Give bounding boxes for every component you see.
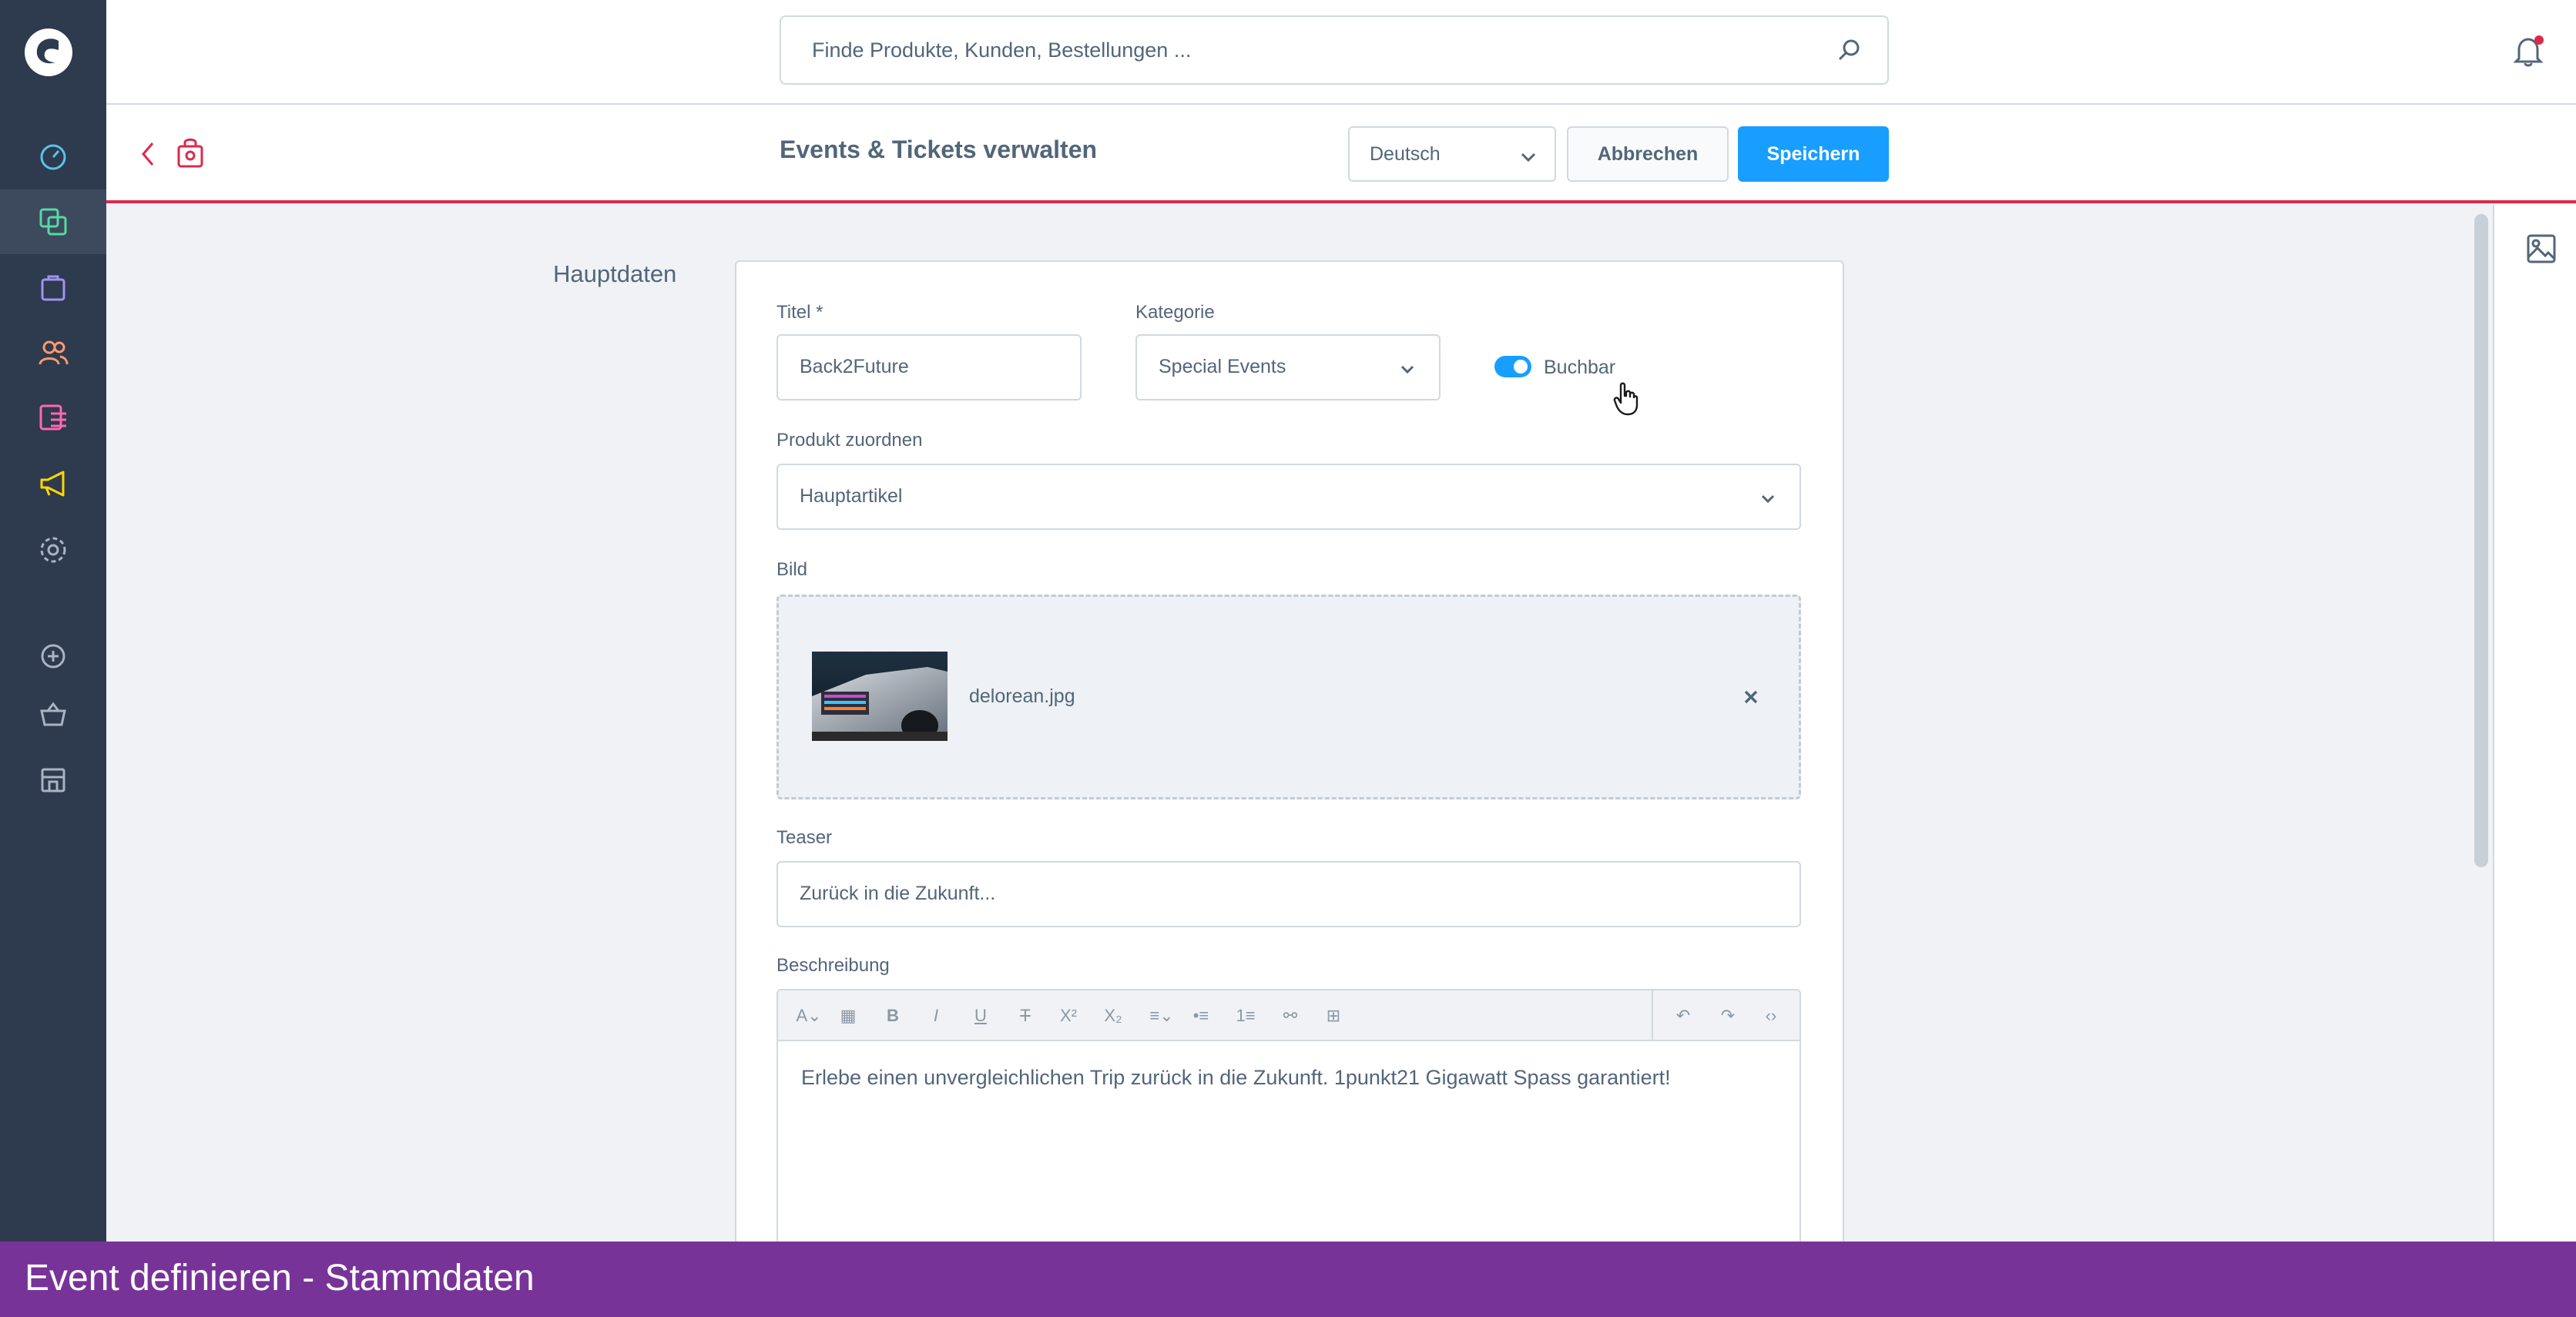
chevron-down-icon — [1400, 365, 1414, 374]
redo-icon[interactable]: ↷ — [1715, 1003, 1741, 1029]
toggle-knob — [1514, 360, 1528, 374]
notification-bell-icon[interactable] — [2508, 31, 2548, 71]
description-text: Erlebe einen unvergleichlichen Trip zurü… — [801, 1066, 1671, 1089]
product-value: Hauptartikel — [800, 485, 903, 507]
format-icon[interactable]: A⌄ — [792, 1003, 826, 1029]
title-label: Titel * — [776, 302, 823, 323]
strikethrough-icon[interactable]: T — [1012, 1003, 1038, 1029]
bold-icon[interactable]: B — [880, 1003, 906, 1029]
nav-basket[interactable] — [0, 682, 106, 747]
chevron-down-icon — [1521, 152, 1536, 163]
teaser-label: Teaser — [776, 827, 833, 848]
scrollbar-thumb[interactable] — [2474, 214, 2488, 867]
subscript-icon[interactable]: X₂ — [1100, 1003, 1126, 1029]
chevron-down-icon — [1761, 494, 1775, 504]
undo-icon[interactable]: ↶ — [1670, 1003, 1696, 1029]
delorean-thumbnail — [812, 652, 948, 741]
nav-customers[interactable] — [0, 320, 106, 385]
nav-store[interactable] — [0, 747, 106, 812]
media-image-icon[interactable] — [2525, 233, 2558, 265]
nav-add[interactable] — [0, 624, 106, 689]
teaser-input[interactable]: Zurück in die Zukunft... — [776, 861, 1801, 927]
language-value: Deutsch — [1370, 143, 1441, 165]
store-icon — [41, 768, 65, 793]
product-select[interactable]: Hauptartikel — [776, 464, 1801, 530]
page-title: Events & Tickets verwalten — [780, 136, 1098, 163]
basket-icon — [40, 702, 66, 726]
language-select[interactable]: Deutsch — [1348, 126, 1556, 182]
cancel-button[interactable]: Abbrechen — [1567, 126, 1729, 182]
nav-orders[interactable] — [0, 254, 106, 319]
align-icon[interactable]: ≡⌄ — [1145, 1003, 1179, 1029]
nav-dashboard[interactable] — [0, 123, 106, 188]
sidebar-right — [2493, 205, 2576, 1242]
dashboard-icon — [40, 144, 66, 170]
customers-icon — [39, 340, 69, 365]
description-label: Beschreibung — [776, 955, 890, 976]
numbered-list-icon[interactable]: 1≡ — [1233, 1003, 1259, 1029]
shopping-bag-icon — [177, 138, 203, 168]
category-select[interactable]: Special Events — [1135, 334, 1441, 400]
code-icon[interactable]: ‹› — [1758, 1003, 1784, 1029]
product-label: Produkt zuordnen — [776, 430, 923, 451]
section-title: Hauptdaten — [553, 260, 677, 287]
image-file-name: delorean.jpg — [969, 685, 1075, 707]
settings-icon — [40, 537, 66, 563]
nav-content[interactable] — [0, 385, 106, 450]
content-icon — [39, 404, 66, 431]
marketing-icon — [40, 471, 65, 497]
teaser-value: Zurück in die Zukunft... — [800, 883, 996, 904]
catalog-icon — [39, 208, 67, 236]
clear-format-icon[interactable]: ▦ — [835, 1003, 861, 1029]
nav-settings[interactable] — [0, 518, 106, 582]
shopware-logo[interactable] — [23, 27, 74, 78]
add-icon — [41, 644, 65, 669]
editor-toolbar: A⌄ ▦ B I U T X² X₂ ≡⌄ •≡ 1≡ ⚯ ⊞ ↶ ↷ ‹› — [778, 990, 1800, 1041]
description-editor[interactable]: A⌄ ▦ B I U T X² X₂ ≡⌄ •≡ 1≡ ⚯ ⊞ ↶ ↷ ‹› E… — [776, 989, 1801, 1266]
global-search[interactable] — [780, 15, 1889, 85]
image-label: Bild — [776, 559, 808, 580]
smart-bar: Events & Tickets verwalten Deutsch Abbre… — [106, 105, 2576, 203]
bullet-list-icon[interactable]: •≡ — [1188, 1003, 1214, 1029]
link-icon[interactable]: ⚯ — [1277, 1003, 1303, 1029]
caption-text: Event definieren - Stammdaten — [25, 1258, 535, 1299]
caption-banner: Event definieren - Stammdaten — [0, 1242, 2576, 1317]
top-bar — [106, 0, 2576, 105]
bookable-label: Buchbar — [1544, 357, 1616, 378]
table-icon[interactable]: ⊞ — [1320, 1003, 1347, 1029]
back-arrow-icon[interactable] — [134, 139, 162, 169]
save-button[interactable]: Speichern — [1738, 126, 1889, 182]
title-input[interactable]: Back2Future — [776, 334, 1082, 400]
category-value: Special Events — [1159, 356, 1286, 377]
underline-icon[interactable]: U — [968, 1003, 994, 1029]
hand-cursor-icon — [1613, 382, 1639, 416]
superscript-icon[interactable]: X² — [1055, 1003, 1082, 1029]
bookable-toggle[interactable] — [1494, 356, 1531, 377]
sidebar — [0, 0, 106, 1317]
orders-icon — [41, 275, 65, 301]
toolbar-divider — [1652, 990, 1653, 1041]
close-icon[interactable] — [1742, 689, 1759, 705]
nav-marketing[interactable] — [0, 451, 106, 516]
search-icon[interactable] — [1835, 35, 1864, 65]
category-label: Kategorie — [1135, 302, 1215, 323]
italic-icon[interactable]: I — [923, 1003, 949, 1029]
search-input[interactable] — [812, 17, 1813, 83]
nav-catalog[interactable] — [0, 189, 106, 254]
title-value: Back2Future — [800, 356, 909, 377]
